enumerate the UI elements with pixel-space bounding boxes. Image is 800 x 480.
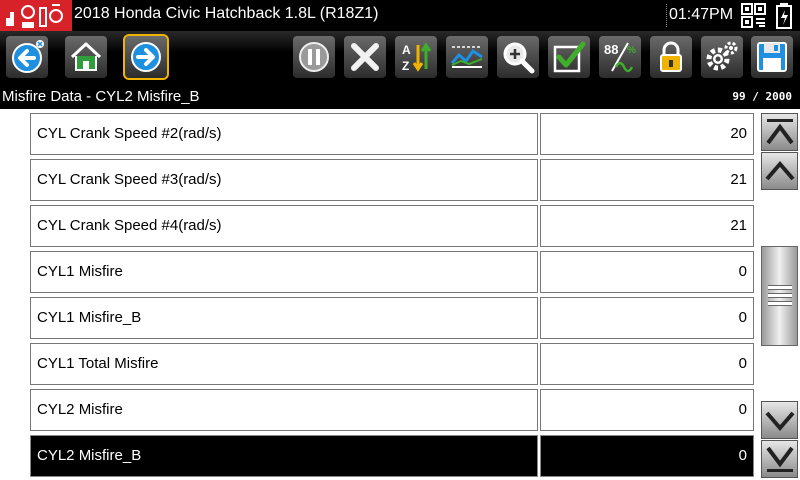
save-button[interactable] (751, 36, 793, 78)
pid-value: 0 (540, 343, 754, 385)
graph-icon (450, 46, 483, 68)
back-button[interactable] (6, 36, 48, 78)
lock-button[interactable] (650, 36, 692, 78)
pid-name: CYL Crank Speed #2(rad/s) (30, 113, 538, 155)
home-icon (70, 42, 102, 71)
pid-value: 21 (540, 159, 754, 201)
sort-button[interactable]: A Z (395, 36, 437, 78)
scroll-thumb-grip (768, 301, 792, 306)
scroll-thumb-grip (768, 285, 792, 290)
pid-value: 0 (540, 297, 754, 339)
svg-text:%: % (627, 45, 636, 56)
item-counter: 99 / 2000 (732, 90, 792, 103)
vehicle-scan-logo-icon (0, 0, 72, 31)
zoom-icon (503, 42, 535, 74)
list-row-selected[interactable]: CYL2 Misfire_B 0 (30, 431, 754, 477)
select-button[interactable] (548, 36, 590, 78)
pid-value: 21 (540, 205, 754, 247)
graph-button[interactable] (446, 36, 488, 78)
svg-text:A: A (402, 43, 411, 57)
list-row[interactable]: CYL1 Misfire 0 (30, 247, 754, 293)
scroll-thumb-grip (768, 293, 792, 298)
pid-name: CYL Crank Speed #4(rad/s) (30, 205, 538, 247)
list-row[interactable]: CYL2 Misfire 0 (30, 385, 754, 431)
settings-button[interactable] (701, 36, 743, 78)
scroll-thumb[interactable] (761, 246, 798, 346)
pid-name: CYL2 Misfire_B (30, 435, 538, 477)
toolbar: A Z 88 % (0, 31, 800, 85)
units-icon: 88 % (604, 42, 636, 73)
checkmark-icon (553, 41, 586, 73)
zoom-button[interactable] (497, 36, 539, 78)
scroll-down-button[interactable] (761, 401, 798, 439)
pause-button[interactable] (293, 36, 335, 78)
clear-button[interactable] (344, 36, 386, 78)
status-bar: Misfire Data - CYL2 Misfire_B 99 / 2000 (0, 85, 800, 109)
clock: 01:47PM (669, 6, 734, 23)
scroll-up-button[interactable] (761, 152, 798, 190)
vehicle-title: 2018 Honda Civic Hatchback 1.8L (R18Z1) (74, 5, 379, 22)
scroll-bottom-button[interactable] (761, 440, 798, 478)
floppy-disk-icon (757, 42, 787, 72)
list-row[interactable]: CYL Crank Speed #4(rad/s) 21 (30, 201, 754, 247)
list-row[interactable]: CYL Crank Speed #3(rad/s) 21 (30, 155, 754, 201)
pid-name: CYL2 Misfire (30, 389, 538, 431)
battery-icon (775, 2, 793, 29)
pid-name: CYL1 Misfire (30, 251, 538, 293)
pause-icon (299, 42, 329, 72)
screen-title: Misfire Data - CYL2 Misfire_B (2, 88, 200, 105)
pid-name: CYL1 Misfire_B (30, 297, 538, 339)
home-button[interactable] (65, 36, 107, 78)
units-button[interactable]: 88 % (599, 36, 641, 78)
forward-button[interactable] (123, 34, 169, 80)
back-arrow-icon (12, 40, 44, 73)
list-row[interactable]: CYL Crank Speed #2(rad/s) 20 (30, 109, 754, 155)
title-divider (666, 4, 668, 27)
list-row[interactable]: CYL1 Total Misfire 0 (30, 339, 754, 385)
pid-name: CYL Crank Speed #3(rad/s) (30, 159, 538, 201)
scroll-up-icon (764, 160, 795, 181)
scroll-top-button[interactable] (761, 113, 798, 151)
scrollbar[interactable] (760, 109, 800, 480)
forward-arrow-icon (131, 42, 161, 72)
list-row[interactable]: CYL1 Misfire_B 0 (30, 293, 754, 339)
connection-status-icon (741, 3, 767, 28)
svg-text:88: 88 (604, 42, 618, 57)
title-bar: 2018 Honda Civic Hatchback 1.8L (R18Z1) … (0, 0, 800, 31)
svg-text:Z: Z (402, 59, 409, 73)
gear-icon (706, 41, 738, 71)
pid-value: 0 (540, 435, 754, 477)
pid-name: CYL1 Total Misfire (30, 343, 538, 385)
lock-icon (660, 41, 682, 72)
close-x-icon (351, 43, 379, 71)
pid-value: 0 (540, 251, 754, 293)
sort-az-icon: A Z (402, 42, 432, 73)
pid-value: 20 (540, 113, 754, 155)
pid-value: 0 (540, 389, 754, 431)
scroll-top-icon (765, 119, 794, 145)
scroll-bottom-icon (765, 446, 794, 472)
scroll-down-icon (764, 411, 795, 432)
